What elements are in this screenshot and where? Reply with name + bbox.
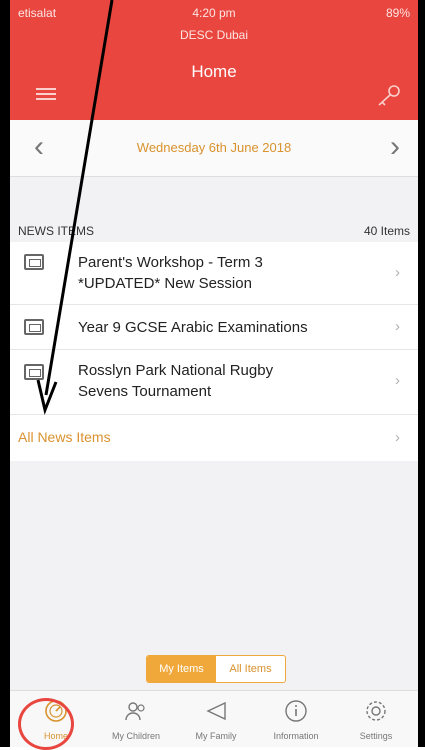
tab-label: Settings: [359, 731, 393, 741]
news-item[interactable]: Rosslyn Park National Rugby Sevens Tourn…: [10, 350, 418, 415]
home-highlight-circle: [18, 698, 74, 750]
news-item-title: Rosslyn Park National Rugby Sevens Tourn…: [78, 362, 274, 400]
all-news-label: All News Items: [18, 429, 111, 445]
children-icon: [125, 702, 145, 721]
news-item[interactable]: Year 9 GCSE Arabic Examinations ›: [10, 305, 418, 350]
menu-icon[interactable]: [36, 88, 56, 102]
gear-icon: [366, 701, 386, 721]
news-section-label: NEWS ITEMS: [18, 224, 95, 238]
tab-label: My Children: [111, 731, 160, 741]
tab-my-children[interactable]: My Children: [96, 691, 176, 747]
items-filter-segment: My Items All Items: [146, 655, 286, 683]
battery-label: 89%: [385, 6, 410, 20]
newspaper-icon: [24, 254, 44, 270]
all-news-items-link[interactable]: All News Items ›: [10, 415, 418, 461]
date-navigator: ‹ Wednesday 6th June 2018 ›: [10, 120, 418, 177]
phone-frame: etisalat 4:20 pm 89% DESC Dubai Home ‹ W…: [0, 0, 425, 750]
chevron-right-icon: ›: [395, 318, 400, 335]
news-item[interactable]: Parent's Workshop - Term 3 *UPDATED* New…: [10, 242, 418, 305]
news-section-header: NEWS ITEMS 40 Items: [10, 218, 418, 240]
tab-settings[interactable]: Settings: [336, 691, 416, 747]
status-bar: etisalat 4:20 pm 89%: [10, 2, 418, 24]
tab-my-family[interactable]: My Family: [176, 691, 256, 747]
tab-label: My Family: [195, 731, 237, 741]
all-items-tab[interactable]: All Items: [216, 656, 285, 682]
news-item-title: Parent's Workshop - Term 3 *UPDATED* New…: [78, 254, 263, 292]
news-list: Parent's Workshop - Term 3 *UPDATED* New…: [10, 242, 418, 461]
news-item-title: Year 9 GCSE Arabic Examinations: [78, 319, 308, 336]
chevron-right-icon: ›: [395, 429, 400, 446]
current-date: Wednesday 6th June 2018: [136, 140, 292, 155]
my-items-tab[interactable]: My Items: [147, 656, 216, 682]
tab-information[interactable]: Information: [256, 691, 336, 747]
school-name: DESC Dubai: [179, 28, 249, 42]
newspaper-icon: [24, 319, 44, 335]
megaphone-icon: [206, 701, 226, 721]
app-header: etisalat 4:20 pm 89% DESC Dubai Home: [10, 0, 418, 120]
info-icon: [285, 700, 307, 722]
chevron-right-icon: ›: [395, 372, 400, 389]
app-screen: etisalat 4:20 pm 89% DESC Dubai Home ‹ W…: [10, 0, 418, 747]
chevron-right-icon: ›: [395, 264, 400, 281]
key-icon[interactable]: [374, 84, 402, 108]
next-day-button[interactable]: ›: [390, 132, 400, 162]
status-time: 4:20 pm: [192, 6, 236, 20]
news-count: 40 Items: [363, 224, 410, 238]
tab-label: Information: [273, 731, 319, 741]
page-title: Home: [191, 62, 237, 81]
newspaper-icon: [24, 364, 44, 380]
